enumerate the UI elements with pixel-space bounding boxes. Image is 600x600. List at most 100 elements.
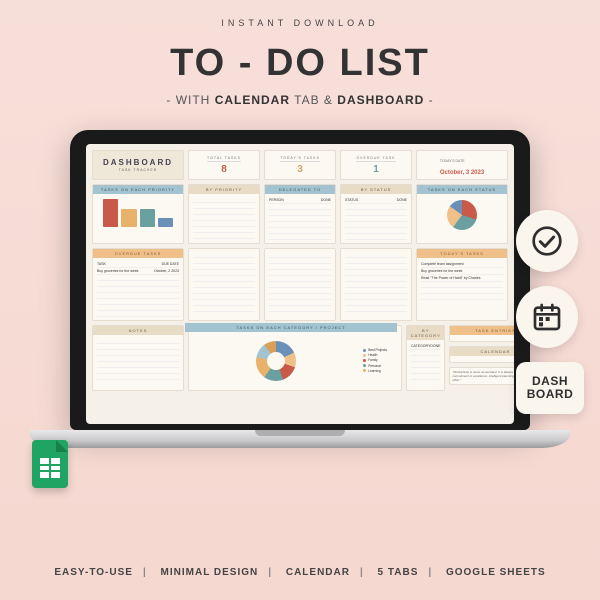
stat-value: 1 <box>373 164 379 175</box>
list-lines <box>345 204 407 240</box>
list-lines <box>97 338 179 380</box>
panel-task-entries: TASK ENTRIES <box>449 325 514 342</box>
stat-overdue: OVERDUE TASK 1 <box>340 150 412 180</box>
stat-total-tasks: TOTAL TASKS 8 <box>188 150 260 180</box>
col-header: DUE DATE <box>162 262 179 266</box>
panel-overdue-tasks: OVERDUE TASKS TASK DUE DATE Buy groceries… <box>92 248 184 321</box>
table-header-row: CATEGORYDONE <box>411 343 440 350</box>
sheets-grid-icon <box>40 458 60 478</box>
panel-header: TASKS ON EACH PRIORITY <box>93 185 183 194</box>
cell-task: Buy groceries for the week <box>97 269 138 273</box>
subtitle-dashboard: DASHBOARD <box>337 93 424 107</box>
priority-bar-chart <box>97 197 179 229</box>
subtitle-calendar: CALENDAR <box>215 93 290 107</box>
cell-task: Read "The Power of Habit" by Charles <box>421 276 481 280</box>
table-header-row: STATUS DONE <box>345 197 407 204</box>
stat-label: TOTAL TASKS <box>207 156 241 162</box>
panel-tasks-each-status: TASKS ON EACH STATUS <box>416 184 508 244</box>
panel-header: BY STATUS <box>341 185 411 194</box>
spreadsheet-screen: DASHBOARD TASK TRACKER TOTAL TASKS 8 TOD… <box>86 144 514 424</box>
checkmark-icon <box>531 225 563 257</box>
subtitle-text: - WITH <box>166 93 214 107</box>
dashboard-badge: DASH BOARD <box>516 362 584 414</box>
panel-header: BY PRIORITY <box>189 185 259 194</box>
legend-item: Personal <box>368 364 381 368</box>
right-bottom-stack: TASK ENTRIES CALENDAR "Productivity is n… <box>449 325 514 391</box>
subtitle-text: - <box>424 93 433 107</box>
legend-item: Health <box>368 353 377 357</box>
bar-high <box>103 199 118 227</box>
stat-value: 3 <box>297 164 303 175</box>
list-lines <box>97 275 179 317</box>
panel-status-list <box>340 248 412 321</box>
panel-header: TODAY'S TASKS <box>417 249 507 258</box>
panel-delegated-list <box>264 248 336 321</box>
list-lines <box>193 252 255 312</box>
col-header: DONE <box>397 198 407 202</box>
list-lines <box>269 204 331 240</box>
footer-item: CALENDAR <box>286 567 350 578</box>
cell-task: Buy groceries for the week <box>421 269 462 273</box>
table-header-row: PERSON DONE <box>269 197 331 204</box>
panel-by-category: BY CATEGORY CATEGORYDONE <box>406 325 445 391</box>
dashboard-grid: DASHBOARD TASK TRACKER TOTAL TASKS 8 TOD… <box>92 150 508 391</box>
col-header: CATEGORY <box>411 344 430 348</box>
dashboard-heading: DASHBOARD <box>103 158 173 167</box>
panel-delegated-to: DELEGATED TO PERSON DONE <box>264 184 336 244</box>
panel-header: TASK ENTRIES <box>450 326 514 335</box>
panel-header: DELEGATED TO <box>265 185 335 194</box>
table-row: Complete team assignment <box>421 261 503 268</box>
panel-notes: NOTES <box>92 325 184 391</box>
google-sheets-icon <box>32 440 68 488</box>
cell-date: October, 2 2023 <box>154 269 179 273</box>
panel-header: OVERDUE TASKS <box>93 249 183 258</box>
bar-low <box>140 209 155 227</box>
list-lines <box>411 350 440 380</box>
dashboard-subheading: TASK TRACKER <box>119 168 158 172</box>
table-row: Buy groceries for the week <box>421 268 503 275</box>
calendar-icon <box>531 301 563 333</box>
col-header: DONE <box>321 198 331 202</box>
footer-item: 5 TABS <box>378 567 419 578</box>
panel-by-priority-list <box>188 248 260 321</box>
list-lines <box>193 197 255 239</box>
col-header: STATUS <box>345 198 358 202</box>
product-subtitle: - WITH CALENDAR TAB & DASHBOARD - <box>0 93 600 107</box>
table-header-row: TASK DUE DATE <box>97 261 179 268</box>
footer-item: MINIMAL DESIGN <box>161 567 259 578</box>
status-pie-chart <box>447 200 477 230</box>
stat-todays-tasks: TODAY'S TASKS 3 <box>264 150 336 180</box>
col-header: DONE <box>430 344 440 348</box>
stat-label: TODAY'S TASKS <box>280 156 320 162</box>
col-header: TASK <box>97 262 106 266</box>
laptop-mockup: DASHBOARD TASK TRACKER TOTAL TASKS 8 TOD… <box>30 130 570 510</box>
footer-item: GOOGLE SHEETS <box>446 567 546 578</box>
panel-quote: "Productivity is never an accident. It i… <box>449 367 514 385</box>
panel-header: CALENDAR <box>450 347 514 356</box>
checkmark-badge <box>516 210 578 272</box>
stat-label: OVERDUE TASK <box>356 156 395 162</box>
panel-by-priority: BY PRIORITY <box>188 184 260 244</box>
panel-by-status: BY STATUS STATUS DONE <box>340 184 412 244</box>
bar-medium <box>121 209 136 227</box>
panel-header: TASKS ON EACH CATEGORY / PROJECT <box>185 323 397 332</box>
legend-item: Best Projects <box>368 348 387 352</box>
col-header: PERSON <box>269 198 284 202</box>
bar-none <box>158 218 173 227</box>
panel-todays-tasks: TODAY'S TASKS Complete team assignment B… <box>416 248 508 321</box>
date-value: October, 3 2023 <box>440 170 484 176</box>
cell-task: Complete team assignment <box>421 262 464 266</box>
laptop-base <box>30 430 570 448</box>
table-row: Buy groceries for the week October, 2 202… <box>97 268 179 275</box>
table-row: Read "The Power of Habit" by Charles <box>421 275 503 282</box>
list-lines <box>345 252 407 312</box>
panel-header: TASKS ON EACH STATUS <box>417 185 507 194</box>
category-donut-chart <box>256 341 296 381</box>
category-legend: Best Projects Health Family Personal Lea… <box>363 348 387 374</box>
panel-header: NOTES <box>93 326 183 335</box>
date-label: TODAY'S DATE <box>440 159 484 163</box>
panel-tasks-each-priority: TASKS ON EACH PRIORITY <box>92 184 184 244</box>
stat-completed-and-date: TODAY'S DATE October, 3 2023 <box>416 150 508 180</box>
list-lines <box>421 282 503 300</box>
calendar-badge <box>516 286 578 348</box>
